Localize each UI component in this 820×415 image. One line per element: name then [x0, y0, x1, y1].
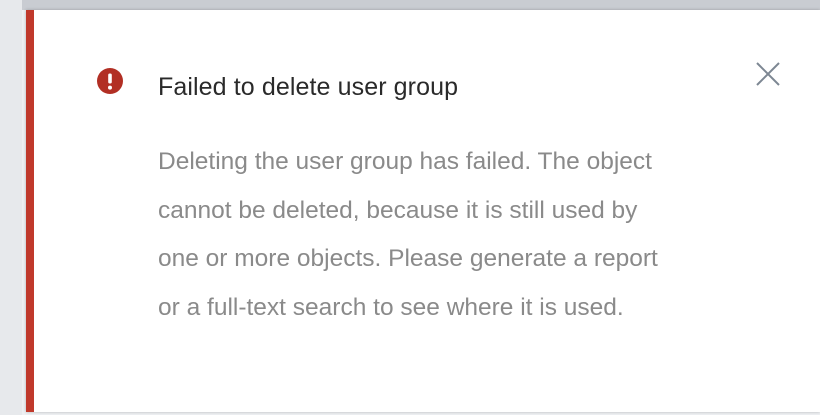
error-toast: Failed to delete user group Deleting the…: [26, 10, 820, 412]
background-frame-left: [0, 0, 22, 415]
close-button[interactable]: [752, 58, 784, 90]
close-icon: [756, 62, 780, 86]
toast-message: Deleting the user group has failed. The …: [158, 138, 798, 332]
background-frame-top: [0, 0, 820, 10]
exclamation-circle-icon: [97, 68, 123, 94]
toast-title: Failed to delete user group: [158, 73, 459, 101]
toast-message-line: cannot be deleted, because it is still u…: [158, 196, 638, 224]
toast-message-line: or a full-text search to see where it is…: [158, 293, 624, 321]
toast-message-line: one or more objects. Please generate a r…: [158, 245, 658, 272]
toast-accent-bar: [26, 10, 34, 412]
toast-message-line: Deleting the user group has failed. The …: [158, 148, 652, 175]
